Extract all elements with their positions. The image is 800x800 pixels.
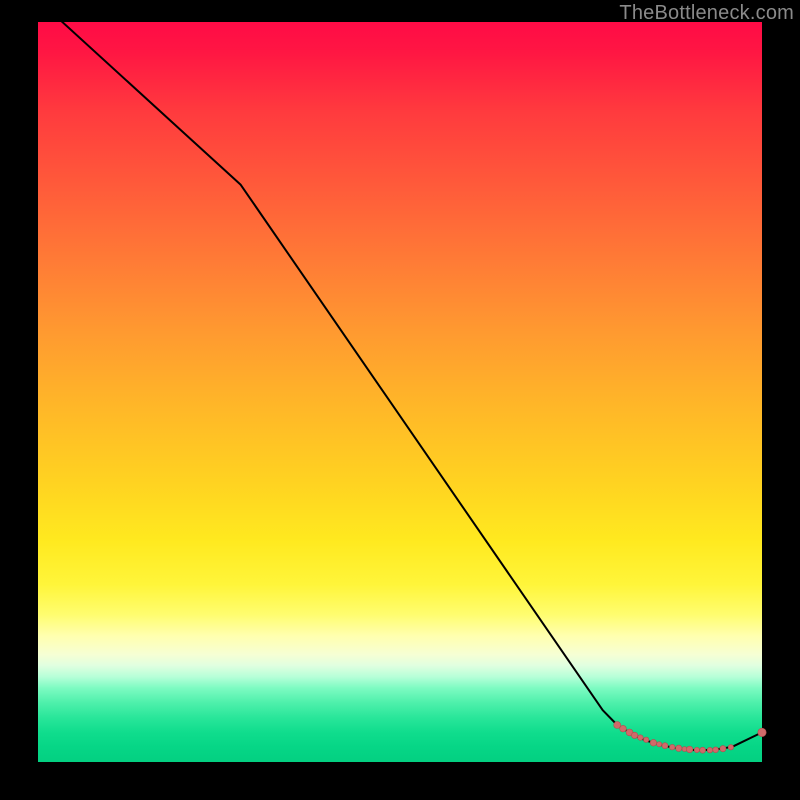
data-marker bbox=[662, 743, 668, 749]
data-marker bbox=[694, 747, 699, 752]
data-marker bbox=[676, 745, 682, 751]
data-marker bbox=[631, 732, 637, 738]
data-marker bbox=[638, 735, 644, 741]
data-marker bbox=[700, 747, 706, 753]
data-marker bbox=[620, 725, 627, 732]
data-marker bbox=[650, 739, 657, 746]
chart-overlay bbox=[38, 22, 762, 762]
bottleneck-curve bbox=[38, 0, 762, 750]
data-marker bbox=[720, 746, 726, 752]
data-marker bbox=[669, 744, 675, 750]
data-marker bbox=[707, 747, 713, 753]
data-marker bbox=[713, 747, 719, 753]
data-marker bbox=[728, 745, 733, 750]
data-marker bbox=[686, 746, 693, 753]
chart-frame: TheBottleneck.com bbox=[0, 0, 800, 800]
data-marker bbox=[758, 728, 766, 736]
data-marker bbox=[657, 742, 662, 747]
data-marker bbox=[643, 737, 648, 742]
watermark-text: TheBottleneck.com bbox=[619, 2, 794, 25]
